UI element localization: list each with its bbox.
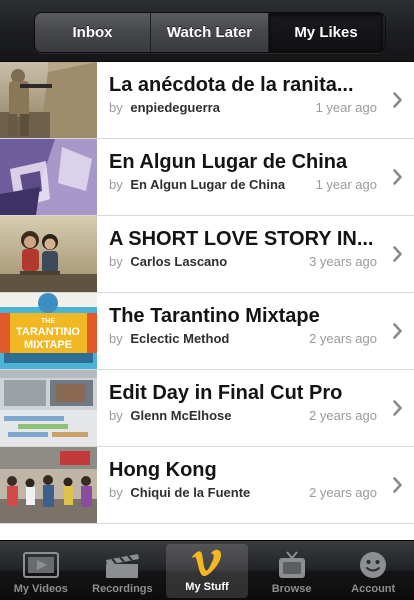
video-title: Edit Day in Final Cut Pro — [109, 382, 343, 404]
chevron-right-icon — [393, 400, 402, 416]
video-thumbnail: THE TARANTINO MIXTAPE — [0, 293, 97, 369]
video-thumbnail — [0, 139, 97, 215]
chevron-right-icon — [393, 92, 402, 108]
film-icon — [21, 549, 61, 581]
chevron-right-icon — [393, 477, 402, 493]
thumbnail-text-line3: MIXTAPE — [24, 339, 72, 351]
clapperboard-icon — [102, 549, 142, 581]
video-title: A SHORT LOVE STORY IN... — [109, 228, 374, 250]
video-row[interactable]: En Algun Lugar de China by En Algun Luga… — [0, 139, 414, 216]
video-title: The Tarantino Mixtape — [109, 305, 320, 327]
vimeo-v-icon — [187, 547, 227, 579]
video-row[interactable]: La anécdota de la ranita... by enpiedegu… — [0, 62, 414, 139]
video-row[interactable]: A SHORT LOVE STORY IN... by Carlos Lasca… — [0, 216, 414, 293]
tab-bar: My Videos Recordings My Stuff Browse Acc… — [0, 540, 414, 600]
video-meta: by Glenn McElhose 2 years ago — [109, 408, 377, 423]
tab-recordings[interactable]: Recordings — [82, 541, 164, 600]
tab-watch-later-label: Watch Later — [166, 24, 253, 41]
video-author[interactable]: Chiqui de la Fuente — [130, 485, 250, 500]
video-list: La anécdota de la ranita... by enpiedegu… — [0, 62, 414, 540]
chevron-right-icon — [393, 169, 402, 185]
tab-label: My Videos — [13, 583, 68, 595]
video-thumbnail — [0, 216, 97, 292]
tab-my-videos[interactable]: My Videos — [0, 541, 82, 600]
video-author[interactable]: Eclectic Method — [130, 331, 229, 346]
video-meta: by Chiqui de la Fuente 2 years ago — [109, 485, 377, 500]
video-thumbnail — [0, 447, 97, 523]
video-thumbnail — [0, 62, 97, 138]
tab-browse[interactable]: Browse — [251, 541, 333, 600]
by-label: by — [109, 408, 123, 423]
chevron-right-icon — [393, 323, 402, 339]
tab-my-likes[interactable]: My Likes — [269, 13, 383, 52]
video-thumbnail — [0, 370, 97, 446]
by-label: by — [109, 254, 123, 269]
tab-label: Browse — [271, 583, 312, 595]
video-title: La anécdota de la ranita... — [109, 74, 354, 96]
top-bar: Inbox Watch Later My Likes — [0, 0, 414, 62]
tab-account[interactable]: Account — [332, 541, 414, 600]
thumbnail-text-line1: THE — [41, 318, 55, 325]
by-label: by — [109, 485, 123, 500]
tab-label: Recordings — [92, 583, 153, 595]
video-meta: by En Algun Lugar de China 1 year ago — [109, 177, 377, 192]
tab-label: My Stuff — [185, 581, 229, 593]
tab-my-likes-label: My Likes — [294, 24, 358, 41]
video-author[interactable]: enpiedeguerra — [130, 100, 220, 115]
video-meta: by enpiedeguerra 1 year ago — [109, 100, 377, 115]
tab-my-stuff[interactable]: My Stuff — [166, 544, 248, 598]
chevron-right-icon — [393, 246, 402, 262]
video-meta: by Carlos Lascano 3 years ago — [109, 254, 377, 269]
video-age: 1 year ago — [315, 177, 377, 192]
video-author[interactable]: Carlos Lascano — [130, 254, 227, 269]
video-row[interactable]: THE TARANTINO MIXTAPE The Tarantino Mixt… — [0, 293, 414, 370]
tab-watch-later[interactable]: Watch Later — [151, 13, 269, 52]
video-title: Hong Kong — [109, 459, 217, 481]
video-author[interactable]: Glenn McElhose — [130, 408, 231, 423]
video-title: En Algun Lugar de China — [109, 151, 348, 173]
by-label: by — [109, 100, 123, 115]
video-age: 1 year ago — [315, 100, 377, 115]
video-age: 3 years ago — [309, 254, 377, 269]
tab-label: Account — [351, 583, 396, 595]
video-author[interactable]: En Algun Lugar de China — [130, 177, 285, 192]
by-label: by — [109, 177, 123, 192]
by-label: by — [109, 331, 123, 346]
tab-inbox-label: Inbox — [72, 24, 113, 41]
tab-inbox[interactable]: Inbox — [35, 13, 151, 52]
video-row[interactable]: Hong Kong by Chiqui de la Fuente 2 years… — [0, 447, 414, 524]
video-meta: by Eclectic Method 2 years ago — [109, 331, 377, 346]
video-age: 2 years ago — [309, 408, 377, 423]
smiley-icon — [353, 549, 393, 581]
video-row[interactable]: Edit Day in Final Cut Pro by Glenn McElh… — [0, 370, 414, 447]
video-age: 2 years ago — [309, 485, 377, 500]
segmented-control: Inbox Watch Later My Likes — [34, 12, 386, 53]
tv-icon — [272, 549, 312, 581]
thumbnail-text-line2: TARANTINO — [16, 326, 80, 338]
video-age: 2 years ago — [309, 331, 377, 346]
